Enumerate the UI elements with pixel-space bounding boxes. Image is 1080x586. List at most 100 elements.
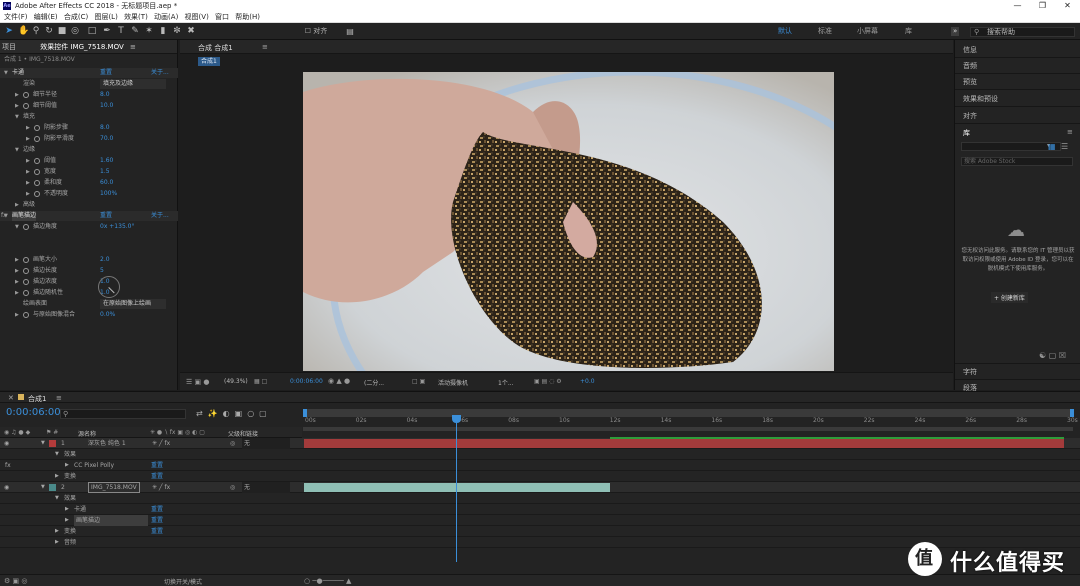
workspace-small-screen[interactable]: 小屏幕 bbox=[857, 27, 878, 36]
fast-preview-icon[interactable]: ▣ ▤ ◌ ⚙ bbox=[534, 378, 562, 385]
resolution-dropdown[interactable]: (二分... bbox=[364, 378, 384, 387]
menu-file[interactable]: 文件(F) bbox=[4, 12, 28, 23]
effect-param-row[interactable]: ▶ 描边长度 5 bbox=[0, 266, 178, 276]
current-time-indicator[interactable] bbox=[456, 417, 457, 562]
effect-param-value[interactable]: 8.0 bbox=[100, 90, 110, 100]
reset-link[interactable]: 重置 bbox=[151, 471, 163, 482]
reset-link[interactable]: 重置 bbox=[100, 211, 112, 221]
stopwatch-icon[interactable] bbox=[34, 125, 40, 131]
time-navigator[interactable] bbox=[303, 427, 1073, 431]
stopwatch-icon[interactable] bbox=[23, 290, 29, 296]
effect-param-value[interactable]: 5 bbox=[100, 266, 104, 276]
effect-param-row[interactable]: 渲染 填充及边缘 bbox=[0, 79, 178, 89]
effect-param-row[interactable]: ▶ 细节半径 8.0 bbox=[0, 90, 178, 100]
layer-switches[interactable]: ✳ ╱ fx bbox=[152, 482, 170, 493]
disclosure-triangle-icon[interactable]: ▶ bbox=[55, 526, 59, 537]
disclosure-triangle-icon[interactable]: ▶ bbox=[26, 134, 30, 144]
disclosure-triangle-icon[interactable]: ▶ bbox=[26, 189, 30, 199]
layer-name[interactable]: 深灰色 纯色 1 bbox=[88, 438, 126, 449]
zoom-tool-icon[interactable]: ⚲ bbox=[31, 26, 41, 37]
maximize-icon[interactable]: ❐ bbox=[1030, 0, 1055, 12]
disclosure-triangle-icon[interactable]: ▼ bbox=[41, 438, 45, 449]
workspace-standard[interactable]: 标准 bbox=[818, 27, 832, 36]
effect-param-row[interactable]: ▶ 阴影平滑度 70.0 bbox=[0, 134, 178, 144]
disclosure-triangle-icon[interactable]: ▼ bbox=[15, 112, 19, 122]
disclosure-triangle-icon[interactable]: ▶ bbox=[15, 200, 19, 210]
comp-breadcrumb[interactable]: 合成1 bbox=[198, 57, 220, 66]
stopwatch-icon[interactable] bbox=[23, 92, 29, 98]
mask-tool-icon[interactable]: □ bbox=[87, 26, 97, 37]
grid-icon[interactable]: ▦ □ bbox=[254, 378, 267, 385]
disclosure-triangle-icon[interactable]: ▶ bbox=[15, 310, 19, 320]
layer-property-row[interactable]: ▶ 变换 重置 bbox=[0, 471, 1080, 482]
property-name[interactable]: CC Pixel Polly bbox=[74, 460, 114, 471]
library-select[interactable] bbox=[961, 142, 1061, 151]
switch-columns-icon[interactable]: ✳ ● ∖ fx ▣ ◎ ◐ ▢ bbox=[150, 429, 205, 436]
disclosure-triangle-icon[interactable]: ▶ bbox=[65, 515, 69, 526]
reset-link[interactable]: 重置 bbox=[151, 460, 163, 471]
av-switches-icon[interactable]: ◉ ♫ ● ◆ bbox=[4, 429, 30, 436]
parent-dropdown[interactable]: 无 bbox=[242, 438, 290, 449]
disclosure-triangle-icon[interactable]: ▶ bbox=[15, 288, 19, 298]
layer-switches[interactable]: ✳ ╱ fx bbox=[152, 438, 170, 449]
disclosure-triangle-icon[interactable]: ▶ bbox=[15, 266, 19, 276]
grid-view-icon[interactable]: ▦ bbox=[1048, 142, 1056, 151]
visibility-eye-icon[interactable]: ◉ bbox=[4, 438, 9, 449]
stopwatch-icon[interactable] bbox=[23, 224, 29, 230]
menu-composition[interactable]: 合成(C) bbox=[64, 12, 88, 23]
effect-param-row[interactable]: ▶ 阈值 1.60 bbox=[0, 156, 178, 166]
property-name[interactable]: 变换 bbox=[64, 526, 76, 537]
stopwatch-icon[interactable] bbox=[23, 279, 29, 285]
effect-param-row[interactable] bbox=[0, 233, 178, 243]
disclosure-triangle-icon[interactable]: ▶ bbox=[65, 504, 69, 515]
effect-param-row[interactable]: ▶ 不透明度 100% bbox=[0, 189, 178, 199]
selection-tool-icon[interactable]: ➤ bbox=[4, 26, 14, 37]
effect-param-row[interactable]: ▶ 细节阈值 10.0 bbox=[0, 101, 178, 111]
tab-project[interactable]: 项目 bbox=[2, 43, 16, 51]
current-time-display[interactable]: 0:00:06:00 bbox=[290, 378, 323, 385]
layer-property-row[interactable]: ▶ 画笔描边 重置 bbox=[0, 515, 1080, 526]
panel-align[interactable]: 对齐 bbox=[963, 111, 977, 121]
effect-param-value[interactable]: 填充及边缘 bbox=[100, 79, 166, 89]
cc-sync-icon[interactable]: ☯ ▢ ☒ bbox=[1039, 351, 1066, 360]
list-view-icon[interactable]: ☰ bbox=[1061, 142, 1068, 151]
effect-param-value[interactable]: 8.0 bbox=[100, 123, 110, 133]
layer-property-row[interactable]: ▶ 变换 重置 bbox=[0, 526, 1080, 537]
effect-param-row[interactable]: ▼ 卡通 重置 关于... bbox=[0, 68, 178, 78]
effect-param-value[interactable]: 1.5 bbox=[100, 167, 110, 177]
minimize-icon[interactable]: — bbox=[1005, 0, 1030, 12]
reset-link[interactable]: 重置 bbox=[100, 68, 112, 78]
exposure-value[interactable]: +0.0 bbox=[580, 378, 595, 385]
close-icon[interactable]: ✕ bbox=[1055, 0, 1080, 12]
stopwatch-icon[interactable] bbox=[34, 180, 40, 186]
disclosure-triangle-icon[interactable]: ▶ bbox=[55, 537, 59, 548]
workspace-default[interactable]: 默认 bbox=[778, 27, 792, 36]
effect-param-value[interactable]: 在原始图像上绘画 bbox=[100, 299, 166, 309]
menu-view[interactable]: 视图(V) bbox=[185, 12, 209, 23]
effect-param-row[interactable]: ▶ 高级 bbox=[0, 200, 178, 210]
fx-toggle-icon[interactable]: fx bbox=[5, 460, 11, 471]
disclosure-triangle-icon[interactable]: ▼ bbox=[4, 211, 8, 221]
effect-param-value[interactable]: 0.0% bbox=[100, 310, 115, 320]
roi-icon[interactable]: □ ▣ bbox=[412, 378, 425, 385]
layer-property-row[interactable]: fx ▶ CC Pixel Polly 重置 bbox=[0, 460, 1080, 471]
menu-edit[interactable]: 编辑(E) bbox=[34, 12, 58, 23]
property-name[interactable]: 卡通 bbox=[74, 504, 86, 515]
parent-dropdown[interactable]: 无 bbox=[242, 482, 290, 493]
create-library-button[interactable]: + 创建新库 bbox=[991, 292, 1028, 303]
layer-1-duration-bar[interactable] bbox=[304, 439, 1064, 448]
pick-whip-icon[interactable]: ◎ bbox=[230, 482, 235, 493]
stopwatch-icon[interactable] bbox=[34, 158, 40, 164]
tab-timeline-comp[interactable]: 合成1 bbox=[28, 394, 46, 404]
effect-param-row[interactable]: ▶ 宽度 1.5 bbox=[0, 167, 178, 177]
reset-link[interactable]: 重置 bbox=[151, 515, 163, 526]
timeline-timecode[interactable]: 0:00:06:00 bbox=[6, 407, 61, 418]
effect-param-row[interactable] bbox=[0, 244, 178, 254]
menu-animation[interactable]: 动画(A) bbox=[154, 12, 178, 23]
panel-menu-icon[interactable]: ≡ bbox=[130, 43, 136, 51]
effect-param-row[interactable]: fx ▼ 画笔描边 重置 关于... bbox=[0, 211, 178, 221]
viewer-menu-icon[interactable]: ≡ bbox=[262, 43, 268, 51]
disclosure-triangle-icon[interactable]: ▼ bbox=[55, 493, 59, 504]
brush-tool-icon[interactable]: ✎ bbox=[130, 26, 140, 37]
label-icon[interactable]: ⚑ # bbox=[46, 429, 58, 436]
